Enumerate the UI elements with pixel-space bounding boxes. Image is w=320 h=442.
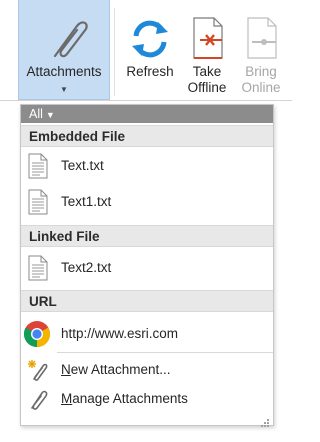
text-file-icon [27,189,49,218]
bring-online-line2: Online [241,80,281,95]
command-text: ew Attachment... [70,362,171,377]
ribbon: Attachments ▼ Refresh Take Offline Bring… [0,0,292,101]
take-offline-icon [182,16,232,60]
paperclip-icon [26,388,50,413]
chevron-down-icon: ▼ [60,85,68,94]
new-attachment-icon [26,359,50,384]
item-label: http://www.esri.com [61,326,179,341]
attachments-dropdown: All ▼ Embedded File Text.txt Text1.txt Li… [20,104,274,427]
ribbon-divider [114,8,115,96]
list-item[interactable]: Text.txt [21,149,273,183]
resize-grip-icon[interactable] [260,415,270,427]
manage-attachments-button[interactable]: Manage Attachments [21,385,273,413]
new-attachment-button[interactable]: New Attachment... [21,356,273,384]
refresh-label: Refresh [126,64,174,79]
take-offline-line2: Offline [187,80,227,95]
take-offline-button[interactable]: Take Offline [182,0,232,100]
mnemonic: M [61,391,73,406]
bring-online-label: Bring Online [236,64,286,96]
item-label: Text2.txt [61,260,112,275]
attachments-label: Attachments [26,64,102,79]
section-linked-file: Linked File [21,225,273,247]
take-offline-label: Take Offline [182,64,232,96]
chrome-icon [23,320,51,351]
menu-separator [57,352,273,353]
section-url: URL [21,290,273,312]
mnemonic: N [61,362,71,377]
command-text: anage Attachments [72,391,188,406]
section-embedded-file: Embedded File [21,125,273,147]
refresh-button[interactable]: Refresh [122,0,178,100]
bring-online-button[interactable]: Bring Online [236,0,286,100]
attachments-button[interactable]: Attachments ▼ [18,0,110,100]
chevron-down-icon: ▼ [45,110,55,120]
list-item[interactable]: http://www.esri.com [21,317,273,351]
filter-dropdown[interactable]: All ▼ [21,105,273,123]
filter-label: All [29,107,43,121]
bring-online-line1: Bring [245,64,277,79]
list-item[interactable]: Text1.txt [21,185,273,219]
manage-attachments-label: Manage Attachments [61,385,188,413]
text-file-icon [27,255,49,284]
item-label: Text.txt [61,158,104,173]
take-offline-line1: Take [192,64,222,79]
list-item[interactable]: Text2.txt [21,251,273,285]
text-file-icon [27,153,49,182]
bring-online-icon [236,16,286,60]
refresh-icon [122,16,178,60]
item-label: Text1.txt [61,194,112,209]
paperclip-icon [19,16,109,60]
new-attachment-label: New Attachment... [61,356,171,384]
